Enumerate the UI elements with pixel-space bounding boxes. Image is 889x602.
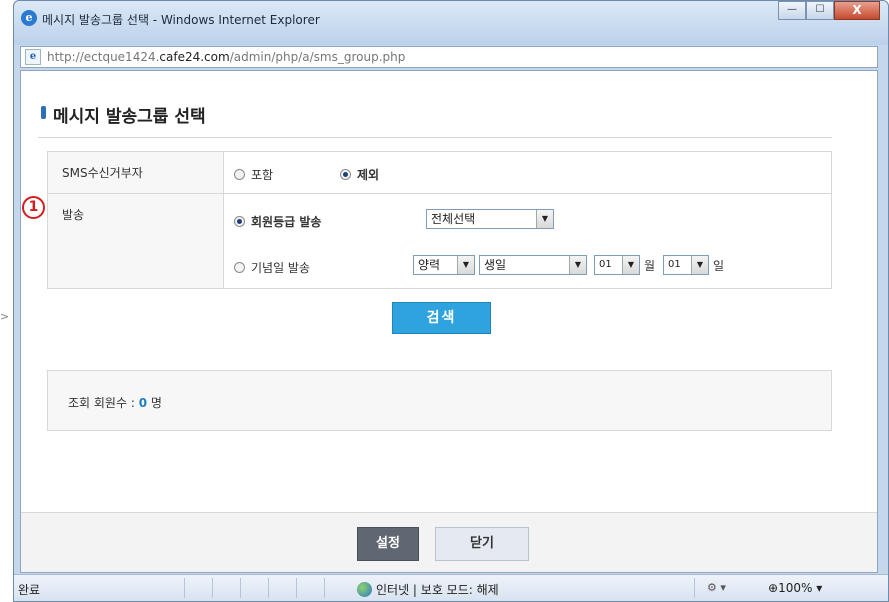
anniversary-send-radio[interactable]: 기념일 발송 <box>234 259 310 276</box>
zoom-control[interactable]: ⊕100% ▾ <box>768 581 822 595</box>
status-divider <box>324 578 325 598</box>
set-button[interactable]: 설정 <box>357 527 419 561</box>
day-select[interactable]: 01 ▼ <box>663 255 709 275</box>
member-count: 0 <box>138 396 148 410</box>
refuse-options: 포함 제외 <box>224 152 831 193</box>
maximize-button[interactable]: ☐ <box>806 1 834 20</box>
globe-icon <box>357 582 372 597</box>
footer-bar: 설정 닫기 <box>21 512 877 572</box>
grade-send-radio[interactable]: 회원등급 발송 <box>234 213 321 230</box>
status-divider <box>268 578 269 598</box>
month-select[interactable]: 01 ▼ <box>594 255 640 275</box>
send-label-cell: 1 발송 <box>22 194 224 288</box>
minimize-button[interactable]: — <box>778 1 806 20</box>
step-number-badge: 1 <box>22 196 45 219</box>
radio-checked-icon <box>234 216 245 227</box>
day-value: 01 <box>668 259 681 270</box>
send-label: 발송 <box>62 208 85 222</box>
radio-icon <box>234 169 245 180</box>
radio-icon <box>234 262 245 273</box>
status-divider <box>694 578 695 598</box>
refuse-include-label: 포함 <box>251 168 274 182</box>
dropdown-arrow-icon: ▼ <box>457 256 474 274</box>
window-controls: — ☐ X <box>778 1 880 21</box>
page-content: 메시지 발송그룹 선택 SMS수신거부자 포함 제외 1 발송 회원등급 발송 … <box>20 70 878 573</box>
calendar-type-select[interactable]: 양력 ▼ <box>413 255 475 275</box>
url-text[interactable]: http://ectque1424.cafe24.com/admin/php/a… <box>47 50 405 64</box>
status-divider <box>296 578 297 598</box>
month-unit: 월 <box>644 259 656 273</box>
zoom-level: 100% <box>778 581 813 595</box>
member-count-label: 조회 회원수 : <box>68 396 139 410</box>
dropdown-arrow-icon: ▼ <box>536 210 553 228</box>
ie-popup-window: e 메시지 발송그룹 선택 - Windows Internet Explore… <box>13 0 889 602</box>
send-options: 회원등급 발송 전체선택 ▼ 기념일 발송 양력 ▼ 생일 ▼ 01 ▼ 월 0… <box>224 194 831 288</box>
security-zone-text: 인터넷 | 보호 모드: 해제 <box>376 583 499 597</box>
dropdown-arrow-icon: ▼ <box>622 256 639 274</box>
calendar-type-value: 양력 <box>418 258 441 272</box>
send-row: 1 발송 회원등급 발송 전체선택 ▼ 기념일 발송 양력 ▼ 생일 ▼ 01 … <box>22 194 831 288</box>
zoom-icon: ⊕ <box>768 581 779 595</box>
url-prefix: http://ectque1424. <box>47 50 160 64</box>
refuse-exclude-radio[interactable]: 제외 <box>340 166 379 183</box>
anniversary-type-select[interactable]: 생일 ▼ <box>479 255 587 275</box>
month-value: 01 <box>599 259 612 270</box>
send-group-form: SMS수신거부자 포함 제외 1 발송 회원등급 발송 전체선택 ▼ 기념일 발… <box>22 151 832 289</box>
title-bullet-icon <box>41 106 46 119</box>
anniversary-send-label: 기념일 발송 <box>251 261 311 275</box>
anniversary-type-value: 생일 <box>484 258 507 272</box>
grade-send-label: 회원등급 발송 <box>251 215 322 229</box>
url-path: /admin/php/a/sms_group.php <box>229 50 406 64</box>
status-divider <box>240 578 241 598</box>
result-panel: 조회 회원수 : 0 명 <box>47 370 832 431</box>
chevron-right-icon: > <box>0 310 10 323</box>
day-unit: 일 <box>713 259 725 273</box>
title-bar[interactable]: e 메시지 발송그룹 선택 - Windows Internet Explore… <box>14 1 888 45</box>
status-bar: 완료 인터넷 | 보호 모드: 해제 ⚙ ▾ ⊕100% ▾ <box>14 574 888 601</box>
security-zone[interactable]: 인터넷 | 보호 모드: 해제 <box>357 581 499 598</box>
refuse-row: SMS수신거부자 포함 제외 <box>48 152 831 194</box>
refuse-exclude-label: 제외 <box>357 168 380 182</box>
dropdown-arrow-icon: ▼ <box>569 256 586 274</box>
member-count-text: 조회 회원수 : 0 명 <box>68 394 162 411</box>
grade-select-value: 전체선택 <box>431 212 476 226</box>
status-divider <box>212 578 213 598</box>
dropdown-arrow-icon: ▼ <box>691 256 708 274</box>
member-count-unit: 명 <box>147 396 162 410</box>
url-domain: cafe24.com <box>159 50 230 64</box>
status-divider <box>184 578 185 598</box>
refuse-label: SMS수신거부자 <box>48 152 224 193</box>
radio-checked-icon <box>340 169 351 180</box>
protected-mode-icon[interactable]: ⚙ ▾ <box>707 581 726 594</box>
chevron-down-icon: ▾ <box>816 581 823 595</box>
internet-explorer-icon: e <box>21 10 37 26</box>
status-text: 완료 <box>18 583 41 597</box>
search-button[interactable]: 검색 <box>392 302 491 334</box>
address-bar[interactable]: e http://ectque1424.cafe24.com/admin/php… <box>20 46 878 68</box>
refuse-include-radio[interactable]: 포함 <box>234 166 273 183</box>
title-divider <box>38 137 832 138</box>
grade-select[interactable]: 전체선택 ▼ <box>426 209 554 229</box>
close-button[interactable]: 닫기 <box>435 527 529 561</box>
page-icon: e <box>25 49 41 65</box>
close-window-button[interactable]: X <box>834 1 880 20</box>
page-title: 메시지 발송그룹 선택 <box>53 107 206 127</box>
window-title: 메시지 발송그룹 선택 - Windows Internet Explorer <box>42 13 320 27</box>
